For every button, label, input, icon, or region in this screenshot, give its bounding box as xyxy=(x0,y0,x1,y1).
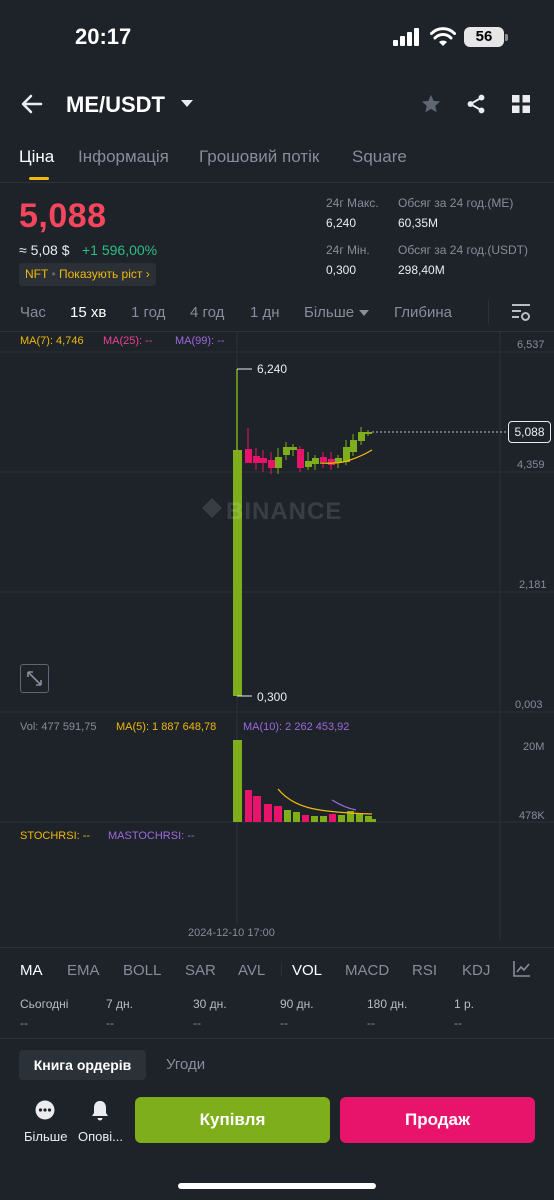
bell-icon xyxy=(92,1101,108,1121)
price-axis-tick: 0,003 xyxy=(515,699,543,711)
price-axis-tick: 6,537 xyxy=(517,339,545,351)
stochrsi-label: STOCHRSI: -- xyxy=(20,830,91,842)
perf-label-180d: 180 дн. xyxy=(367,997,408,1011)
perf-label-today: Сьогодні xyxy=(20,997,69,1011)
chart-high-label: 6,240 xyxy=(257,362,288,376)
volume-ma10-line xyxy=(331,799,357,811)
divider xyxy=(281,963,282,977)
divider xyxy=(0,947,554,948)
candle xyxy=(233,450,242,696)
volume-axis-top: 20M xyxy=(523,741,545,753)
divider xyxy=(0,1038,554,1039)
perf-label-1y: 1 р. xyxy=(454,997,475,1011)
indicator-settings-icon[interactable] xyxy=(513,961,531,977)
indicator-kdj[interactable]: KDJ xyxy=(462,962,490,979)
perf-value-1y: -- xyxy=(454,1016,462,1030)
indicator-avl[interactable]: AVL xyxy=(238,962,265,979)
volume-label: Vol: 477 591,75 xyxy=(20,721,97,733)
more-dots-icon xyxy=(35,1100,55,1120)
candlestick-chart[interactable] xyxy=(0,0,554,940)
perf-value-7d: -- xyxy=(106,1016,114,1030)
volume-ma5-line xyxy=(277,788,373,815)
sell-button[interactable]: Продаж xyxy=(340,1097,535,1143)
volume-ma10-label: MA(10): 2 262 453,92 xyxy=(243,721,350,733)
perf-value-30d: -- xyxy=(193,1016,201,1030)
last-price-marker: 5,088 xyxy=(508,421,551,443)
perf-label-90d: 90 дн. xyxy=(280,997,314,1011)
perf-label-7d: 7 дн. xyxy=(106,997,133,1011)
mastochrsi-label: MASTOCHRSI: -- xyxy=(108,830,195,842)
binance-watermark-logo xyxy=(202,498,222,518)
buy-button[interactable]: Купівля xyxy=(135,1097,330,1143)
candles xyxy=(245,427,372,474)
price-axis-tick: 2,181 xyxy=(519,579,547,591)
indicator-vol[interactable]: VOL xyxy=(292,962,322,979)
indicator-ma[interactable]: MA xyxy=(20,962,43,979)
perf-value-180d: -- xyxy=(367,1016,375,1030)
chart-low-label: 0,300 xyxy=(257,690,288,704)
price-axis-tick: 4,359 xyxy=(517,459,545,471)
alerts-label: Опові... xyxy=(78,1129,124,1144)
perf-value-today: -- xyxy=(20,1016,28,1030)
tab-trades[interactable]: Угоди xyxy=(166,1056,205,1073)
perf-value-90d: -- xyxy=(280,1016,288,1030)
time-axis-label: 2024-12-10 17:00 xyxy=(188,927,275,939)
tab-order-book[interactable]: Книга ордерів xyxy=(19,1050,146,1080)
indicator-boll[interactable]: BOLL xyxy=(123,962,161,979)
binance-watermark: BINANCE xyxy=(226,498,343,525)
volume-axis-bottom: 478K xyxy=(519,810,545,822)
expand-chart-button[interactable] xyxy=(20,664,49,693)
more-label: Більше xyxy=(24,1129,68,1144)
indicator-ema[interactable]: EMA xyxy=(67,962,100,979)
indicator-rsi[interactable]: RSI xyxy=(412,962,437,979)
perf-label-30d: 30 дн. xyxy=(193,997,227,1011)
home-indicator[interactable] xyxy=(178,1183,376,1189)
expand-icon xyxy=(27,671,42,686)
indicator-sar[interactable]: SAR xyxy=(185,962,216,979)
volume-ma5-label: MA(5): 1 887 648,78 xyxy=(116,721,217,733)
indicator-macd[interactable]: MACD xyxy=(345,962,389,979)
